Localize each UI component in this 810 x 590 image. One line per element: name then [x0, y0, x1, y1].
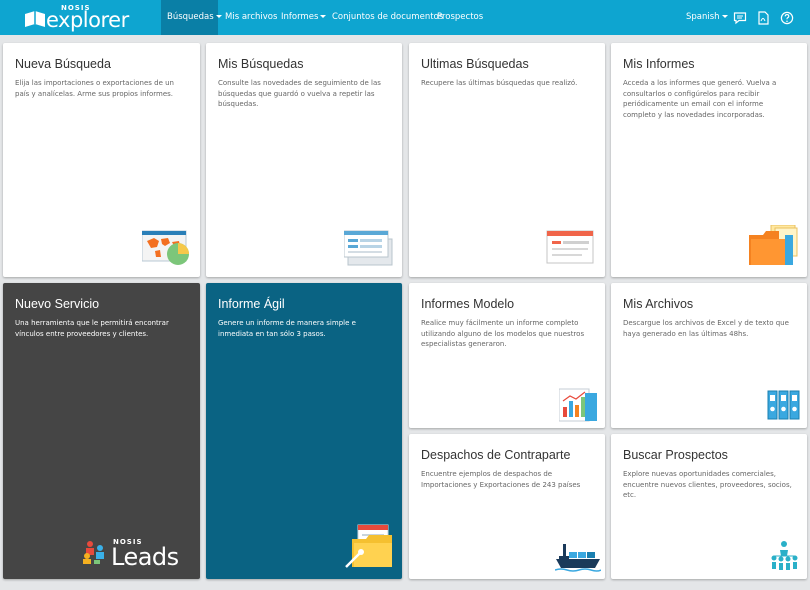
world-map-chart-icon: [142, 230, 189, 265]
tile-despachos-contraparte[interactable]: Despachos de Contraparte Encuentre ejemp…: [409, 434, 605, 579]
tile-title: Buscar Prospectos: [623, 448, 728, 462]
folder-reports-icon: [749, 225, 798, 265]
caret-down-icon: [721, 15, 728, 18]
tile-description: Genere un informe de manera simple e inm…: [218, 319, 356, 338]
tile-description: Acceda a los informes que generó. Vuelva…: [623, 79, 777, 119]
language-label: Spanish: [686, 12, 720, 22]
nav-informes-label: Informes: [281, 12, 319, 22]
quick-report-folder-icon: [345, 524, 392, 568]
nav-mis-archivos-label: Mis archivos: [225, 12, 278, 22]
leads-logo-word: Leads: [111, 543, 179, 571]
nav-informes[interactable]: Informes: [281, 0, 327, 35]
tile-description: Consulte las novedades de seguimiento de…: [218, 79, 381, 108]
tile-title: Informes Modelo: [421, 297, 515, 311]
tile-description: Explore nuevas oportunidades comerciales…: [623, 470, 792, 499]
leads-people-icon: [83, 541, 104, 564]
report-model-chart-icon: [559, 388, 597, 422]
tile-mis-archivos[interactable]: Mis Archivos Descargue los archivos de E…: [611, 283, 807, 428]
tile-description: Descargue los archivos de Excel y de tex…: [623, 319, 789, 338]
cargo-ship-icon: [555, 544, 601, 572]
pdf-icon[interactable]: [756, 11, 770, 25]
tile-title: Nueva Búsqueda: [15, 57, 111, 71]
caret-down-icon: [320, 15, 327, 18]
nosis-leads-logo: NOSIS Leads: [81, 537, 196, 571]
tile-description: Recupere las últimas búsquedas que reali…: [421, 79, 578, 87]
logo-name: explorer: [46, 8, 129, 32]
tile-title: Mis Archivos: [623, 297, 694, 311]
tile-nuevo-servicio[interactable]: Nuevo Servicio Una herramienta que le pe…: [3, 283, 200, 579]
tile-description: Encuentre ejemplos de despachos de Impor…: [421, 470, 581, 489]
top-navbar: NOSIS explorer Búsquedas Mis archivos In…: [0, 0, 810, 35]
nav-prospectos[interactable]: Prospectos: [437, 0, 483, 35]
tile-ultimas-busquedas[interactable]: Ultimas Búsquedas Recupere las últimas b…: [409, 43, 605, 277]
tile-description: Realice muy fácilmente un informe comple…: [421, 319, 585, 348]
tile-informes-modelo[interactable]: Informes Modelo Realice muy fácilmente u…: [409, 283, 605, 428]
tile-mis-informes[interactable]: Mis Informes Acceda a los informes que g…: [611, 43, 807, 277]
nav-mis-archivos[interactable]: Mis archivos: [225, 0, 277, 35]
nosis-explorer-logo[interactable]: NOSIS explorer: [24, 3, 150, 33]
binders-archive-icon: [767, 390, 800, 420]
language-selector[interactable]: Spanish: [686, 0, 728, 35]
chat-icon[interactable]: [733, 11, 747, 25]
tile-description: Elija las importaciones o exportaciones …: [15, 79, 174, 98]
caret-down-icon: [215, 15, 222, 18]
prospects-network-icon: [771, 541, 798, 570]
nav-busquedas-label: Búsquedas: [167, 12, 214, 22]
tile-informe-agil[interactable]: Informe Ágil Genere un informe de manera…: [206, 283, 402, 579]
nav-conjuntos-label: Conjuntos de documentos: [332, 12, 444, 22]
tile-title: Nuevo Servicio: [15, 297, 100, 311]
saved-searches-icon: [344, 230, 393, 266]
nav-prospectos-label: Prospectos: [437, 12, 484, 22]
nav-conjuntos[interactable]: Conjuntos de documentos: [332, 0, 443, 35]
tile-title: Despachos de Contraparte: [421, 448, 571, 462]
tile-nueva-busqueda[interactable]: Nueva Búsqueda Elija las importaciones o…: [3, 43, 200, 277]
nav-busquedas[interactable]: Búsquedas: [161, 0, 222, 35]
recent-searches-icon: [546, 230, 594, 264]
logo-book-icon: [25, 11, 45, 27]
tile-title: Informe Ágil: [218, 297, 285, 311]
tile-title: Mis Informes: [623, 57, 695, 71]
tile-description: Una herramienta que le permitirá encontr…: [15, 319, 169, 338]
tile-title: Mis Búsquedas: [218, 57, 304, 71]
help-icon[interactable]: [780, 11, 794, 25]
tile-buscar-prospectos[interactable]: Buscar Prospectos Explore nuevas oportun…: [611, 434, 807, 579]
tile-mis-busquedas[interactable]: Mis Búsquedas Consulte las novedades de …: [206, 43, 402, 277]
tile-title: Ultimas Búsquedas: [421, 57, 529, 71]
